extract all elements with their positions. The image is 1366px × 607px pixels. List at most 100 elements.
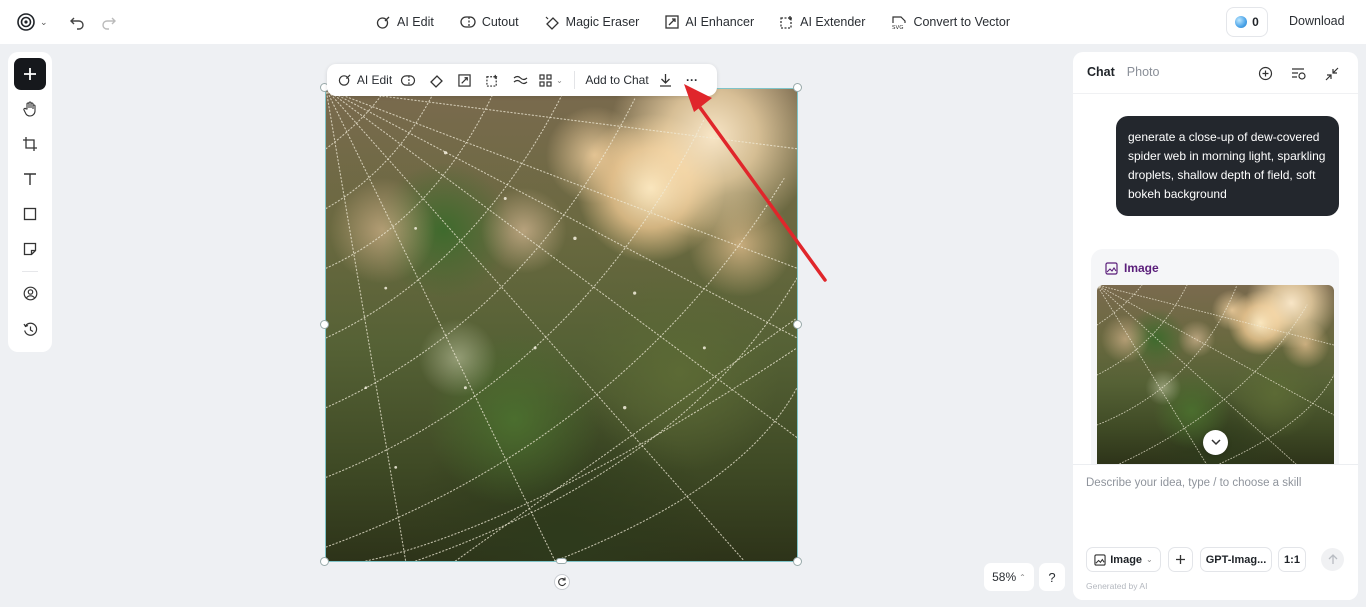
undo-button[interactable] (68, 13, 86, 31)
left-toolbar (8, 52, 52, 352)
panel-actions (1257, 65, 1340, 82)
model-select[interactable]: GPT-Imag... (1200, 547, 1272, 572)
resize-handle-bottom-left[interactable] (320, 557, 329, 566)
prompt-input[interactable] (1086, 477, 1344, 489)
toolbar-divider (22, 271, 38, 272)
tool-ai-enhancer[interactable]: AI Enhancer (665, 15, 754, 29)
frame-tool-button[interactable] (14, 128, 46, 160)
tool-label: Magic Eraser (565, 15, 640, 29)
tool-label: Convert to Vector (913, 15, 1011, 29)
image-icon (1105, 261, 1118, 275)
image-extender-button[interactable] (478, 68, 506, 92)
image-eraser-button[interactable] (422, 68, 450, 92)
resize-handle-bottom[interactable] (556, 558, 567, 564)
aspect-ratio-select[interactable]: 1:1 (1278, 547, 1306, 572)
cutout-icon (400, 74, 416, 86)
cutout-icon (460, 16, 476, 28)
rotate-handle[interactable] (554, 574, 570, 590)
image-ai-edit-label: AI Edit (356, 73, 393, 87)
new-chat-button[interactable] (1257, 65, 1274, 82)
resize-handle-left[interactable] (320, 320, 329, 329)
tool-magic-eraser[interactable]: Magic Eraser (545, 15, 640, 30)
image-icon (1094, 553, 1106, 566)
new-chat-icon (1258, 66, 1273, 81)
app-logo-menu[interactable]: ⌄ (16, 12, 50, 32)
collapse-icon (1325, 67, 1338, 80)
add-button[interactable] (14, 58, 46, 90)
history-button[interactable] (14, 313, 46, 345)
redo-icon (102, 17, 116, 30)
image-ai-edit-button[interactable]: AI Edit (336, 68, 394, 92)
top-bar: ⌄ AI Edit Cutout Magic Eraser AI Enhance… (0, 0, 1366, 44)
image-download-button[interactable] (653, 68, 677, 92)
enhancer-icon (665, 15, 679, 29)
image-mode-select[interactable]: Image ⌄ (1086, 547, 1161, 572)
text-icon (24, 173, 36, 185)
scroll-down-button[interactable] (1203, 430, 1228, 455)
image-toolbar: AI Edit ⌄ Add to Chat ··· (327, 64, 717, 96)
credits-badge[interactable]: 0 (1226, 7, 1268, 37)
tool-convert-to-vector[interactable]: SVG Convert to Vector (891, 15, 1010, 30)
add-to-chat-label: Add to Chat (585, 73, 649, 87)
help-button[interactable]: ? (1039, 563, 1065, 591)
enhancer-icon (457, 73, 471, 87)
panel-divider (1073, 93, 1358, 94)
hand-icon (22, 101, 36, 117)
tool-cutout[interactable]: Cutout (460, 15, 519, 29)
tool-ai-extender[interactable]: AI Extender (780, 15, 865, 29)
svg-text:SVG: SVG (892, 25, 904, 30)
tool-label: Cutout (481, 15, 519, 29)
image-adjust-button[interactable] (506, 68, 534, 92)
history-icon (22, 322, 37, 336)
zoom-level: 58% (992, 570, 1017, 584)
image-enhancer-button[interactable] (450, 68, 478, 92)
chevron-down-icon: ⌄ (1146, 555, 1153, 564)
user-circle-icon (23, 286, 37, 300)
history-list-button[interactable] (1290, 65, 1307, 82)
download-button[interactable]: Download (1289, 14, 1345, 28)
plus-icon (24, 68, 36, 80)
text-tool-button[interactable] (14, 163, 46, 195)
credits-count: 0 (1252, 15, 1259, 29)
image-more-button[interactable]: ··· (677, 68, 707, 92)
send-button[interactable] (1321, 548, 1344, 571)
resize-handle-bottom-right[interactable] (793, 557, 802, 566)
user-message: generate a close-up of dew-covered spide… (1116, 116, 1339, 216)
chevron-down-icon: ⌄ (556, 75, 563, 85)
canvas-image[interactable] (325, 88, 798, 562)
avatar-tool-button[interactable] (14, 277, 46, 309)
spider-web-drawing (326, 89, 797, 561)
top-tools: AI Edit Cutout Magic Eraser AI Enhancer … (376, 0, 1010, 44)
chevron-down-icon: ⌄ (40, 16, 48, 27)
credit-icon (1235, 16, 1248, 28)
eraser-icon (545, 16, 559, 30)
image-more-tools-button[interactable]: ⌄ (534, 68, 568, 92)
tool-ai-edit[interactable]: AI Edit (376, 15, 434, 30)
rectangle-tool-button[interactable] (14, 198, 46, 230)
resize-handle-right[interactable] (793, 320, 802, 329)
arrow-up-icon (1328, 554, 1337, 564)
image-cutout-button[interactable] (394, 68, 422, 92)
add-to-chat-button[interactable]: Add to Chat (581, 68, 653, 92)
redo-button[interactable] (100, 13, 118, 31)
tab-photo[interactable]: Photo (1127, 65, 1160, 79)
hand-tool-button[interactable] (14, 93, 46, 125)
resize-handle-top-right[interactable] (793, 83, 802, 92)
chevron-up-icon: ⌃ (1019, 572, 1026, 582)
extender-icon (780, 16, 793, 29)
sticky-note-tool-button[interactable] (14, 233, 46, 265)
zoom-control[interactable]: 58% ⌃ (984, 563, 1034, 591)
panel-tabs: Chat Photo (1087, 65, 1159, 79)
chat-panel: Chat Photo generate a close-up of dew-co… (1073, 52, 1358, 600)
svg-icon: SVG (892, 15, 907, 30)
chat-history-icon (1292, 68, 1306, 80)
tool-label: AI Enhancer (685, 15, 755, 29)
collapse-panel-button[interactable] (1323, 65, 1340, 82)
add-attachment-button[interactable] (1168, 547, 1193, 572)
tab-chat[interactable]: Chat (1087, 65, 1115, 79)
tool-label: AI Edit (397, 15, 434, 29)
toolbar-divider (574, 71, 575, 89)
chat-composer: Image ⌄ GPT-Imag... 1:1 Generated by AI (1073, 464, 1358, 600)
sticky-note-icon (23, 242, 37, 256)
chevron-down-icon (1210, 439, 1221, 446)
